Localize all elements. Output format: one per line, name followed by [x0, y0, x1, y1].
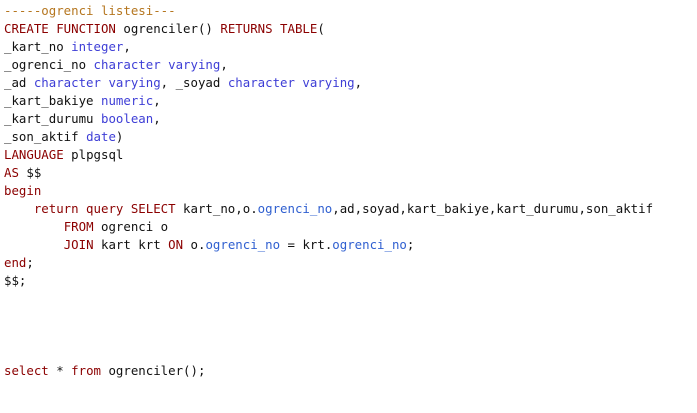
code-token-kw: JOIN: [63, 237, 94, 252]
code-token-ident: = krt.: [280, 237, 333, 252]
code-token-ident: [4, 201, 34, 216]
code-line[interactable]: [4, 344, 697, 362]
code-token-ident: _ad: [4, 75, 34, 90]
code-token-kw: CREATE FUNCTION: [4, 21, 116, 36]
code-line[interactable]: _ad character varying, _soyad character …: [4, 74, 697, 92]
code-token-type: character varying: [227, 75, 355, 90]
code-line[interactable]: _kart_no integer,: [4, 38, 697, 56]
code-token-ident: $$: [18, 165, 42, 180]
code-token-punct: ;: [26, 255, 34, 270]
code-token-punct: (): [197, 21, 221, 36]
code-line[interactable]: select * from ogrenciler();: [4, 362, 697, 380]
code-line[interactable]: JOIN kart krt ON o.ogrenci_no = krt.ogre…: [4, 236, 697, 254]
code-line[interactable]: FROM ogrenci o: [4, 218, 697, 236]
code-token-punct: ,: [153, 111, 161, 126]
code-token-ident: ogrenciler: [115, 21, 198, 36]
code-line[interactable]: [4, 326, 697, 344]
code-line[interactable]: _ogrenci_no character varying,: [4, 56, 697, 74]
code-token-ident: ,ad,soyad,kart_bakiye,kart_durumu,son_ak…: [332, 201, 654, 216]
code-token-punct: ,: [220, 57, 228, 72]
code-token-type: numeric: [100, 93, 154, 108]
code-token-kw: LANGUAGE: [4, 147, 64, 162]
code-token-type: date: [86, 129, 116, 144]
code-line[interactable]: _kart_bakiye numeric,: [4, 92, 697, 110]
code-token-punct: ,: [354, 75, 363, 90]
code-token-punct: ,: [123, 39, 131, 54]
code-token-ident: *: [48, 363, 72, 378]
code-token-blue: ogrenci_no: [205, 237, 281, 252]
sql-code-editor[interactable]: -----ogrenci listesi--- CREATE FUNCTION o…: [0, 0, 697, 413]
code-token-ident: _ogrenci_no: [4, 57, 94, 72]
code-line[interactable]: begin: [4, 182, 697, 200]
code-token-kw: FROM: [63, 219, 94, 234]
code-line[interactable]: AS $$: [4, 164, 697, 182]
code-token-type: boolean: [100, 111, 154, 126]
code-token-ident: kart_no,o.: [175, 201, 258, 216]
code-line[interactable]: _kart_durumu boolean,: [4, 110, 697, 128]
code-line[interactable]: return query SELECT kart_no,o.ogrenci_no…: [4, 200, 697, 218]
code-token-ident: ogrenciler();: [101, 363, 206, 378]
code-token-kw: return query SELECT: [33, 201, 176, 216]
code-token-kw: ON: [168, 237, 184, 252]
code-token-kw: RETURNS TABLE: [220, 21, 318, 36]
code-token-ident: plpgsql: [63, 147, 124, 162]
code-token-ident: [4, 237, 64, 252]
code-token-kw: begin: [4, 183, 42, 198]
code-line[interactable]: _son_aktif date): [4, 128, 697, 146]
code-line[interactable]: [4, 290, 697, 308]
code-token-kw: end: [4, 255, 27, 270]
code-token-ident: kart krt: [93, 237, 169, 252]
code-token-ident: ogrenci o: [93, 219, 169, 234]
code-token-punct: ;: [406, 237, 415, 252]
code-line[interactable]: [4, 308, 697, 326]
code-token-punct: (: [317, 21, 325, 36]
code-token-comment: -----ogrenci listesi---: [4, 3, 176, 18]
code-token-kw: AS: [4, 165, 19, 180]
code-token-ident: _son_aktif: [4, 129, 87, 144]
code-token-kw: from: [71, 363, 101, 378]
code-token-ident: _kart_bakiye: [4, 93, 101, 108]
code-line[interactable]: $$;: [4, 272, 697, 290]
code-line[interactable]: LANGUAGE plpgsql: [4, 146, 697, 164]
code-token-punct: ): [115, 129, 124, 144]
code-token-type: integer: [71, 39, 124, 54]
code-token-ident: , _soyad: [160, 75, 228, 90]
code-token-ident: _kart_no: [4, 39, 72, 54]
code-line[interactable]: -----ogrenci listesi---: [4, 2, 697, 20]
code-token-type: character varying: [93, 57, 221, 72]
code-line[interactable]: CREATE FUNCTION ogrenciler() RETURNS TAB…: [4, 20, 697, 38]
code-token-ident: $$;: [4, 273, 27, 288]
code-token-ident: o.: [183, 237, 206, 252]
code-token-kw: select: [4, 363, 49, 378]
code-token-blue: ogrenci_no: [257, 201, 333, 216]
code-line[interactable]: end;: [4, 254, 697, 272]
code-token-ident: [4, 219, 64, 234]
code-token-punct: ,: [153, 93, 161, 108]
code-token-ident: _kart_durumu: [4, 111, 101, 126]
code-token-type: character varying: [33, 75, 161, 90]
code-token-blue: ogrenci_no: [332, 237, 407, 252]
